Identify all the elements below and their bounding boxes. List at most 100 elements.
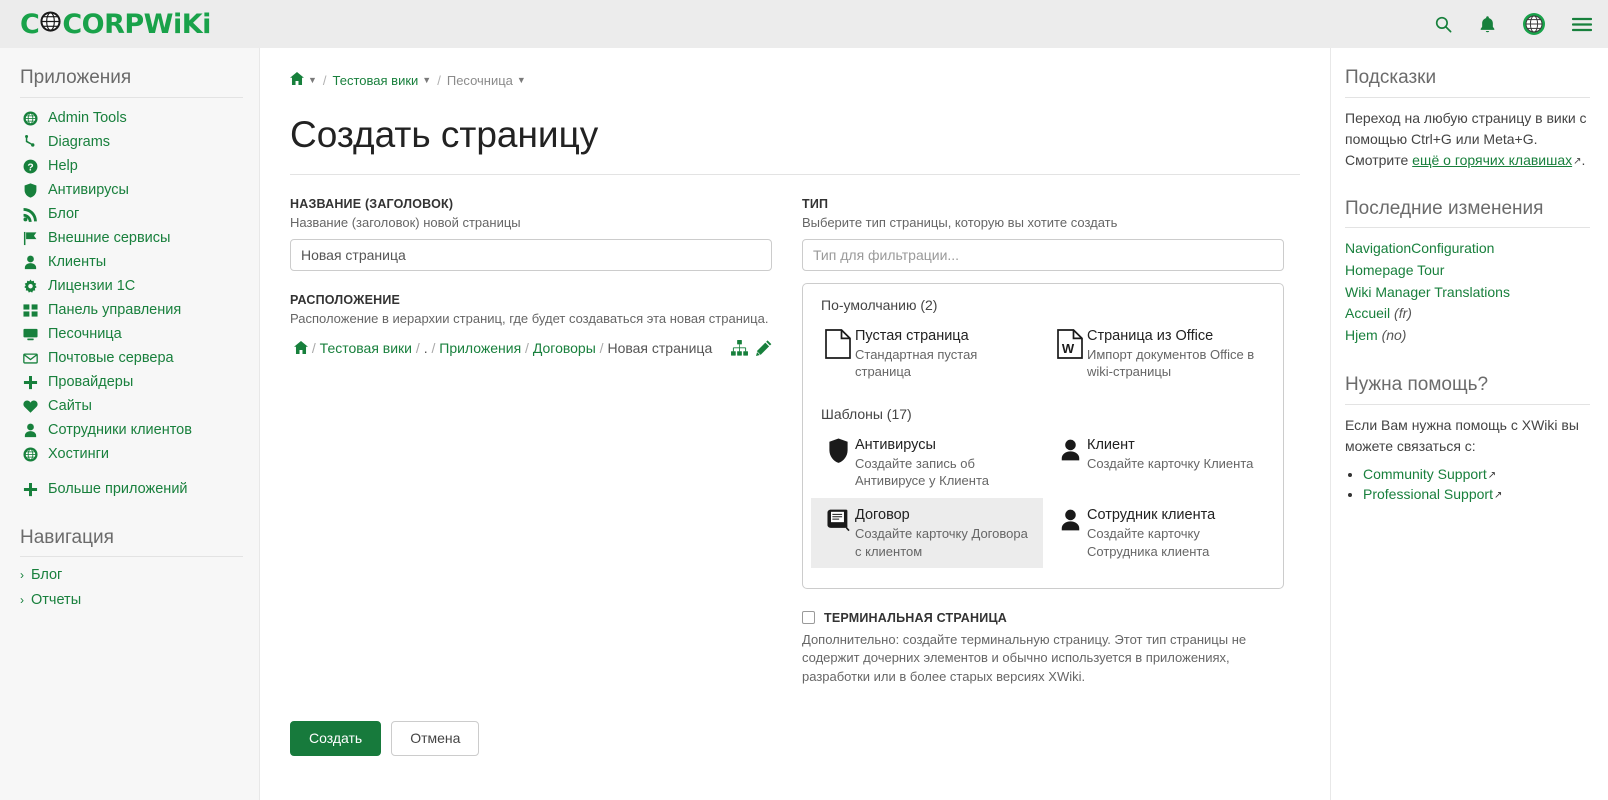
type-selection-box[interactable]: По-умолчанию (2) Пустая страница Стандартн… <box>802 282 1284 589</box>
create-page-form: НАЗВАНИЕ (ЗАГОЛОВОК) Название (заголовок… <box>290 197 1300 687</box>
main-content: ▼ / Тестовая вики ▼ / Песочница ▼ Создат… <box>260 48 1330 800</box>
type-field-label: ТИП <box>802 197 829 211</box>
sidebar-item-label[interactable]: Антивирусы <box>48 182 129 198</box>
sidebar-item-12[interactable]: Провайдеры <box>20 372 243 393</box>
cancel-button[interactable]: Отмена <box>391 721 480 756</box>
chevron-right-icon[interactable]: › <box>20 593 24 607</box>
location-segment-4[interactable]: Договоры <box>533 340 596 356</box>
type-filter-input[interactable] <box>802 238 1284 271</box>
sidebar-item-label[interactable]: Внешние сервисы <box>48 230 170 246</box>
sidebar-item-6[interactable]: Внешние сервисы <box>20 228 243 249</box>
help-link[interactable]: Community Support <box>1363 466 1487 482</box>
type-option[interactable]: Антивирусы Создайте запись об Антивирусе … <box>811 428 1043 498</box>
book-icon <box>821 506 855 532</box>
sidebar-item-4[interactable]: Антивирусы <box>20 180 243 201</box>
breadcrumb-current-caret-icon[interactable]: ▼ <box>517 75 526 85</box>
recent-changes-list: NavigationConfiguration Homepage Tour Wiki… <box>1345 238 1590 346</box>
site-logo[interactable]: C CORPWiKi <box>20 9 211 40</box>
sidebar-item-3[interactable]: ? Help <box>20 156 243 177</box>
home-icon[interactable] <box>294 340 312 356</box>
search-icon[interactable] <box>1434 15 1453 34</box>
help-link-item-2: Professional Support↗ <box>1363 486 1590 502</box>
tips-panel-title: Подсказки <box>1345 67 1437 88</box>
sidebar-item-label[interactable]: Сотрудники клиентов <box>48 422 192 438</box>
location-segment-3[interactable]: Приложения <box>439 340 521 356</box>
sidebar-item-more-apps[interactable]: Больше приложений <box>20 479 243 500</box>
sidebar-item-14[interactable]: Сотрудники клиентов <box>20 420 243 441</box>
sidebar-item-9[interactable]: Панель управления <box>20 300 243 321</box>
type-option[interactable]: W Страница из Office Импорт документов Off… <box>1043 319 1275 389</box>
sidebar-item-7[interactable]: Клиенты <box>20 252 243 273</box>
chevron-right-icon[interactable]: › <box>20 568 24 582</box>
page-title-input[interactable] <box>290 238 772 271</box>
create-button[interactable]: Создать <box>290 721 382 756</box>
tips-line-1: Переход на любую страницу в вики с помощ… <box>1345 109 1587 147</box>
breadcrumb-wiki-caret-icon[interactable]: ▼ <box>422 75 431 85</box>
breadcrumb-home-caret-icon[interactable]: ▼ <box>308 75 317 85</box>
sidebar-item-label[interactable]: Хостинги <box>48 446 109 462</box>
type-group-gap <box>811 389 1275 403</box>
recent-change-item-1[interactable]: NavigationConfiguration <box>1345 238 1590 260</box>
sidebar-item-label[interactable]: Песочница <box>48 326 122 342</box>
location-separator: / <box>412 340 424 357</box>
type-option-description: Создайте карточку Договора с клиентом <box>855 526 1028 559</box>
sidebar-item-label[interactable]: Провайдеры <box>48 374 133 390</box>
sidebar-item-label[interactable]: Лицензии 1С <box>48 278 135 294</box>
help-links-list: Community Support↗Professional Support↗ <box>1345 466 1590 502</box>
applications-panel-title: Приложения <box>20 67 132 88</box>
sidebar-item-label[interactable]: Почтовые сервера <box>48 350 174 366</box>
sidebar-item-1[interactable]: Admin Tools <box>20 108 243 129</box>
sidebar-item-label[interactable]: Больше приложений <box>48 481 188 497</box>
home-icon[interactable] <box>290 72 304 88</box>
plus-icon <box>20 482 40 497</box>
sitemap-icon[interactable] <box>731 340 748 359</box>
menu-hamburger-icon[interactable] <box>1572 17 1592 32</box>
sidebar-item-15[interactable]: Хостинги <box>20 444 243 465</box>
tips-line-2-suffix: . <box>1581 151 1586 168</box>
location-segment-1[interactable]: Тестовая вики <box>320 340 412 356</box>
sidebar-item-label[interactable]: Клиенты <box>48 254 106 270</box>
nav-item-label[interactable]: Отчеты <box>31 592 81 608</box>
hotkeys-link[interactable]: ещё о горячих клавишах <box>1412 152 1572 168</box>
navigation-panel: Навигация › Блог › Отчеты <box>20 526 243 608</box>
type-option-title: Пустая страница <box>855 327 969 344</box>
sidebar-item-label[interactable]: Admin Tools <box>48 110 127 126</box>
logo-globe-icon <box>39 9 62 40</box>
breadcrumb-item-wiki[interactable]: Тестовая вики <box>333 73 419 88</box>
nav-item-2[interactable]: › Отчеты <box>20 592 243 608</box>
type-option-selected[interactable]: Договор Создайте карточку Договора с клие… <box>811 497 1043 569</box>
pencil-icon[interactable] <box>756 340 772 359</box>
sidebar-item-label[interactable]: Сайты <box>48 398 92 414</box>
type-option[interactable]: Пустая страница Стандартная пустая страни… <box>811 319 1043 389</box>
recent-change-item-2[interactable]: Homepage Tour <box>1345 260 1590 282</box>
external-link-icon: ↗ <box>1573 155 1582 167</box>
location-new-page: Новая страница <box>607 340 713 357</box>
sidebar-item-8[interactable]: Лицензии 1С <box>20 276 243 297</box>
sidebar-item-label[interactable]: Блог <box>48 206 79 222</box>
top-bar-actions <box>1434 12 1592 36</box>
sidebar-item-2[interactable]: Diagrams <box>20 132 243 153</box>
divider <box>20 556 243 558</box>
type-option[interactable]: Сотрудник клиента Создайте карточку Сотру… <box>1043 498 1275 568</box>
recent-change-item-5[interactable]: Hjem (no) <box>1345 325 1590 347</box>
nav-item-1[interactable]: › Блог <box>20 567 243 583</box>
nav-item-label[interactable]: Блог <box>31 567 62 583</box>
terminal-page-checkbox[interactable] <box>802 611 815 625</box>
sidebar-item-label[interactable]: Help <box>48 158 78 174</box>
sidebar-item-10[interactable]: Песочница <box>20 324 243 345</box>
type-option-grid-1: Пустая страница Стандартная пустая страни… <box>811 319 1275 389</box>
type-option[interactable]: Клиент Создайте карточку Клиента <box>1043 428 1275 498</box>
sidebar-item-13[interactable]: Сайты <box>20 396 243 417</box>
sidebar-item-label[interactable]: Diagrams <box>48 134 110 150</box>
sidebar-item-label[interactable]: Панель управления <box>48 302 181 318</box>
recent-change-language: (no) <box>1381 327 1407 344</box>
recent-change-item-3[interactable]: Wiki Manager Translations <box>1345 282 1590 304</box>
recent-change-item-4[interactable]: Accueil (fr) <box>1345 303 1590 325</box>
sidebar-item-11[interactable]: Почтовые сервера <box>20 348 243 369</box>
help-link[interactable]: Professional Support <box>1363 486 1493 502</box>
terminal-page-row[interactable]: ТЕРМИНАЛЬНАЯ СТРАНИЦА <box>802 611 1284 625</box>
page-title: Создать страницу <box>290 114 1300 175</box>
notifications-bell-icon[interactable] <box>1479 15 1496 34</box>
sidebar-item-5[interactable]: Блог <box>20 204 243 225</box>
globe-icon[interactable] <box>1522 12 1546 36</box>
